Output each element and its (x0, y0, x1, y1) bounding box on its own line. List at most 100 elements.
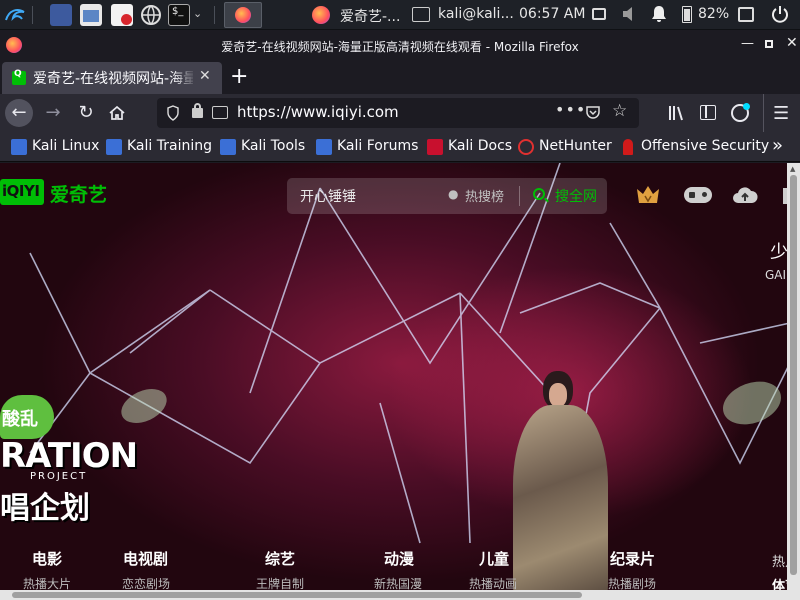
promo-subtitle: GAI (765, 268, 787, 282)
category-anime[interactable]: 动漫 (384, 548, 414, 569)
kali-dragon-icon (220, 139, 236, 155)
scroll-up-icon[interactable]: ▲ (790, 165, 795, 173)
scrollbar-thumb[interactable] (790, 175, 797, 575)
task-terminal-title[interactable]: kali@kali... (438, 6, 514, 22)
tab-iqiyi[interactable]: Q 爱奇艺-在线视频网站-海量 ✕ (2, 62, 222, 94)
show-logo-title: RATION (0, 436, 138, 476)
iqiyi-logo-badge[interactable]: iQIYI (0, 179, 44, 205)
search-icon[interactable] (533, 188, 549, 203)
battery-icon[interactable] (682, 6, 692, 23)
category-tv[interactable]: 电视剧 (123, 548, 168, 569)
firefox-task-icon (312, 6, 330, 24)
display-icon[interactable] (592, 8, 606, 20)
url-text[interactable]: https://www.iqiyi.com (237, 103, 399, 121)
back-button[interactable]: ← (5, 99, 33, 127)
stage-lasers-decoration (29, 163, 791, 554)
chevron-down-icon[interactable]: ⌄ (193, 7, 202, 20)
window-title: 爱奇艺-在线视频网站-海量正版高清视频在线观看 - Mozilla Firefo… (221, 40, 579, 54)
tab-label-fade (172, 62, 197, 94)
show-logo-chinese: 唱企划 (0, 491, 90, 526)
search-all-button[interactable]: 搜全网 (555, 186, 597, 206)
new-tab-button[interactable]: + (230, 64, 248, 89)
reload-button[interactable]: ↻ (72, 99, 100, 127)
task-firefox-title[interactable]: 爱奇艺-... (340, 6, 400, 26)
panel-separator (32, 6, 33, 24)
account-icon[interactable] (731, 103, 750, 122)
notification-bell-icon[interactable] (651, 5, 667, 27)
bookmark-label: Kali Forums (337, 138, 419, 154)
browser-launcher-icon[interactable] (140, 4, 162, 26)
bookmark-label: Kali Tools (241, 138, 306, 154)
page-scrollbar[interactable]: ▲ (787, 163, 800, 600)
pocket-icon[interactable] (585, 105, 601, 125)
vip-crown-icon[interactable] (635, 184, 661, 210)
toolbar-separator (763, 94, 764, 132)
category-kids[interactable]: 儿童 (479, 548, 509, 569)
battery-level: 82% (698, 6, 730, 22)
category-variety[interactable]: 综艺 (265, 548, 295, 569)
lock-icon[interactable] (192, 103, 203, 118)
system-panel: $_ ⌄ 爱奇艺-... kali@kali... 06:57 AM 82% (0, 0, 800, 30)
url-bar[interactable]: https://www.iqiyi.com ••• ☆ (157, 98, 639, 128)
panel-separator (214, 6, 215, 24)
sidebar-icon[interactable] (700, 105, 716, 120)
terminal-task-icon (412, 7, 430, 22)
offsec-icon (623, 139, 633, 155)
taskbar-active-window[interactable] (224, 2, 262, 28)
close-window-button[interactable]: ✕ (786, 35, 798, 51)
shield-icon[interactable] (166, 105, 180, 125)
clock[interactable]: 06:57 AM (519, 6, 585, 22)
hamburger-menu-icon[interactable]: ☰ (773, 103, 789, 124)
category-documentary[interactable]: 纪录片 (610, 548, 655, 569)
bookmark-label: Kali Training (127, 138, 212, 154)
text-editor-icon[interactable] (111, 4, 133, 26)
category-title: 电影 (32, 550, 63, 568)
bookmark-label: Offensive Security (641, 138, 770, 154)
maximize-button[interactable] (765, 40, 773, 48)
upload-cloud-icon[interactable] (732, 185, 758, 209)
page-actions-icon[interactable]: ••• (555, 100, 586, 119)
kali-dragon-icon (106, 139, 122, 155)
kali-dragon-icon (316, 139, 332, 155)
library-icon[interactable] (668, 104, 686, 126)
docs-icon (427, 139, 443, 155)
bookmark-label: NetHunter (539, 138, 612, 154)
terminal-launcher-icon[interactable]: $_ (168, 4, 190, 26)
kali-dragon-icon (11, 139, 27, 155)
workspace-icon[interactable] (50, 4, 72, 26)
iqiyi-logo-text[interactable]: 爱奇艺 (50, 180, 107, 207)
game-controller-icon[interactable] (684, 187, 712, 203)
show-logo-subtitle: PROJECT (30, 471, 88, 482)
show-logo-line: 酸乱 (2, 409, 38, 430)
horizontal-scrollbar[interactable] (0, 590, 787, 600)
iqiyi-favicon-icon: Q (12, 69, 26, 85)
file-manager-icon[interactable] (80, 4, 102, 26)
navigation-toolbar: ← → ↻ https://www.iqiyi.com ••• ☆ ☰ (0, 94, 800, 132)
category-movies[interactable]: 电影 (32, 548, 62, 569)
kali-menu-icon[interactable] (4, 4, 26, 26)
volume-icon[interactable] (622, 5, 638, 27)
horizontal-scrollbar-thumb[interactable] (12, 592, 582, 598)
tab-strip: Q 爱奇艺-在线视频网站-海量 ✕ + (0, 60, 800, 94)
iqiyi-page: iQIYI 爱奇艺 开心锤锤 ● 热搜榜 搜全网 少 GAI 酸乱 RATION… (0, 163, 800, 600)
search-box[interactable]: 开心锤锤 ● 热搜榜 搜全网 (287, 178, 607, 214)
home-button[interactable] (103, 99, 131, 127)
bookmark-label: Kali Docs (448, 138, 513, 154)
show-logo-badge[interactable]: 酸乱 (0, 395, 54, 439)
window-titlebar: 爱奇艺-在线视频网站-海量正版高清视频在线观看 - Mozilla Firefo… (0, 30, 800, 60)
bookmarks-overflow-icon[interactable]: » (772, 135, 783, 156)
hot-search-link[interactable]: 热搜榜 (465, 186, 504, 205)
forward-button[interactable]: → (39, 99, 67, 127)
promo-title[interactable]: 少 (770, 238, 788, 264)
bookmark-label: Kali Linux (32, 138, 100, 154)
minimize-button[interactable]: — (741, 36, 754, 51)
flame-icon: ● (448, 187, 459, 201)
close-tab-icon[interactable]: ✕ (199, 68, 211, 84)
lock-screen-icon[interactable] (738, 7, 754, 22)
permissions-icon[interactable] (212, 106, 228, 119)
search-input[interactable]: 开心锤锤 (300, 186, 356, 206)
bookmarks-toolbar: Kali Linux Kali Training Kali Tools Kali… (0, 132, 800, 162)
power-icon[interactable] (770, 4, 790, 28)
search-divider (519, 186, 520, 206)
bookmark-star-icon[interactable]: ☆ (612, 101, 627, 121)
